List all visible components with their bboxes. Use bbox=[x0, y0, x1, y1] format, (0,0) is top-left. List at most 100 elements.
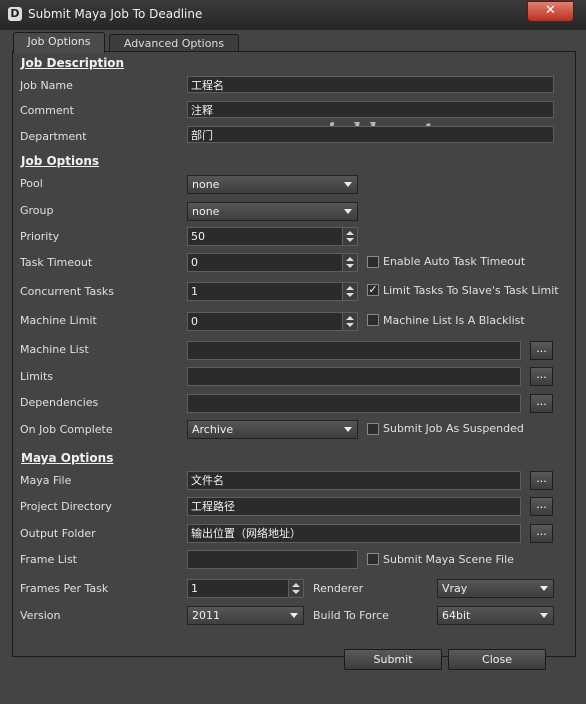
submit-scene-checkbox[interactable] bbox=[367, 553, 379, 565]
checkmark-icon: ✓ bbox=[368, 283, 378, 296]
chevron-down-icon bbox=[540, 586, 548, 591]
version-value: 2011 bbox=[192, 609, 220, 622]
renderer-label: Renderer bbox=[313, 582, 364, 595]
close-button[interactable]: Close bbox=[448, 649, 546, 670]
project-directory-browse-button[interactable]: ... bbox=[530, 497, 553, 516]
chevron-down-icon bbox=[344, 182, 352, 187]
window-title: Submit Maya Job To Deadline bbox=[28, 7, 203, 21]
renderer-value: Vray bbox=[442, 582, 468, 595]
task-timeout-spinbox[interactable]: 0 bbox=[187, 253, 358, 272]
auto-timeout-label: Enable Auto Task Timeout bbox=[383, 255, 526, 268]
renderer-select[interactable]: Vray bbox=[437, 579, 554, 598]
spin-up-icon[interactable] bbox=[346, 286, 354, 290]
frames-per-task-label: Frames Per Task bbox=[20, 582, 109, 595]
machine-list-label: Machine List bbox=[20, 343, 89, 356]
spin-down-icon[interactable] bbox=[346, 264, 354, 268]
dependencies-browse-button[interactable]: ... bbox=[530, 394, 553, 413]
department-input[interactable]: 部门 bbox=[187, 126, 554, 143]
spin-buttons[interactable] bbox=[342, 313, 357, 330]
comment-label: Comment bbox=[20, 104, 74, 117]
group-label: Group bbox=[20, 204, 54, 217]
chevron-down-icon bbox=[540, 613, 548, 618]
blacklist-label: Machine List Is A Blacklist bbox=[383, 314, 525, 327]
build-to-force-value: 64bit bbox=[442, 609, 471, 622]
job-options-heading: Job Options bbox=[21, 154, 100, 168]
job-name-input[interactable]: 工程名 bbox=[187, 76, 554, 93]
limit-slave-checkbox[interactable]: ✓ bbox=[367, 284, 379, 296]
task-timeout-value: 0 bbox=[191, 256, 198, 269]
window-close-button[interactable]: ✕ bbox=[527, 1, 574, 22]
spin-buttons[interactable] bbox=[342, 254, 357, 271]
priority-value: 50 bbox=[191, 230, 205, 243]
output-folder-browse-button[interactable]: ... bbox=[530, 524, 553, 543]
machine-list-browse-button[interactable]: ... bbox=[530, 341, 553, 360]
version-select[interactable]: 2011 bbox=[187, 606, 304, 625]
on-job-complete-select[interactable]: Archive bbox=[187, 420, 358, 439]
job-name-label: Job Name bbox=[20, 79, 73, 92]
limits-input[interactable] bbox=[187, 367, 521, 386]
machine-limit-spinbox[interactable]: 0 bbox=[187, 312, 358, 331]
spin-up-icon[interactable] bbox=[346, 231, 354, 235]
suspended-checkbox[interactable] bbox=[367, 423, 379, 435]
maya-file-label: Maya File bbox=[20, 474, 72, 487]
spin-up-icon[interactable] bbox=[346, 316, 354, 320]
priority-label: Priority bbox=[20, 230, 60, 243]
spin-down-icon[interactable] bbox=[292, 590, 300, 594]
group-value: none bbox=[192, 205, 220, 218]
frame-list-label: Frame List bbox=[20, 553, 77, 566]
job-description-heading: Job Description bbox=[21, 56, 125, 70]
chevron-down-icon bbox=[344, 427, 352, 432]
frame-list-input[interactable] bbox=[187, 550, 358, 569]
maya-file-input[interactable]: 文件名 bbox=[187, 471, 521, 490]
deadline-icon: D bbox=[8, 7, 22, 21]
blacklist-checkbox[interactable] bbox=[367, 314, 379, 326]
build-to-force-label: Build To Force bbox=[313, 609, 389, 622]
limit-slave-label: Limit Tasks To Slave's Task Limit bbox=[383, 284, 559, 297]
pool-select[interactable]: none bbox=[187, 175, 358, 194]
build-to-force-select[interactable]: 64bit bbox=[437, 606, 554, 625]
pool-value: none bbox=[192, 178, 220, 191]
task-timeout-label: Task Timeout bbox=[20, 256, 93, 269]
dependencies-label: Dependencies bbox=[20, 396, 99, 409]
version-label: Version bbox=[20, 609, 61, 622]
tab-job-options[interactable]: Job Options bbox=[13, 32, 105, 53]
concurrent-tasks-spinbox[interactable]: 1 bbox=[187, 282, 358, 301]
machine-limit-label: Machine Limit bbox=[20, 314, 97, 327]
pool-label: Pool bbox=[20, 177, 43, 190]
department-label: Department bbox=[20, 130, 87, 143]
on-job-complete-value: Archive bbox=[192, 423, 234, 436]
dependencies-input[interactable] bbox=[187, 394, 521, 413]
maya-file-browse-button[interactable]: ... bbox=[530, 471, 553, 490]
submit-button[interactable]: Submit bbox=[344, 649, 442, 670]
machine-limit-value: 0 bbox=[191, 315, 198, 328]
spin-down-icon[interactable] bbox=[346, 293, 354, 297]
spin-up-icon[interactable] bbox=[292, 583, 300, 587]
spin-down-icon[interactable] bbox=[346, 238, 354, 242]
chevron-down-icon bbox=[290, 613, 298, 618]
maya-options-heading: Maya Options bbox=[21, 451, 114, 465]
machine-list-input[interactable] bbox=[187, 341, 521, 360]
priority-spinbox[interactable]: 50 bbox=[187, 227, 358, 246]
concurrent-tasks-label: Concurrent Tasks bbox=[20, 285, 115, 298]
project-directory-input[interactable]: 工程路径 bbox=[187, 497, 521, 516]
group-select[interactable]: none bbox=[187, 202, 358, 221]
project-directory-label: Project Directory bbox=[20, 500, 112, 513]
title-bar: D Submit Maya Job To Deadline ✕ bbox=[0, 0, 586, 30]
spin-up-icon[interactable] bbox=[346, 257, 354, 261]
suspended-label: Submit Job As Suspended bbox=[383, 422, 524, 435]
spin-buttons[interactable] bbox=[288, 580, 303, 597]
comment-input[interactable]: 注释 bbox=[187, 101, 554, 118]
submit-scene-label: Submit Maya Scene File bbox=[383, 553, 514, 566]
limits-label: Limits bbox=[20, 370, 53, 383]
chevron-down-icon bbox=[344, 209, 352, 214]
frames-per-task-value: 1 bbox=[191, 582, 198, 595]
frames-per-task-spinbox[interactable]: 1 bbox=[187, 579, 304, 598]
output-folder-label: Output Folder bbox=[20, 527, 96, 540]
spin-down-icon[interactable] bbox=[346, 323, 354, 327]
auto-timeout-checkbox[interactable] bbox=[367, 256, 379, 268]
on-job-complete-label: On Job Complete bbox=[20, 423, 113, 436]
output-folder-input[interactable]: 输出位置（网络地址） bbox=[187, 524, 521, 543]
limits-browse-button[interactable]: ... bbox=[530, 367, 553, 386]
spin-buttons[interactable] bbox=[342, 283, 357, 300]
spin-buttons[interactable] bbox=[342, 228, 357, 245]
